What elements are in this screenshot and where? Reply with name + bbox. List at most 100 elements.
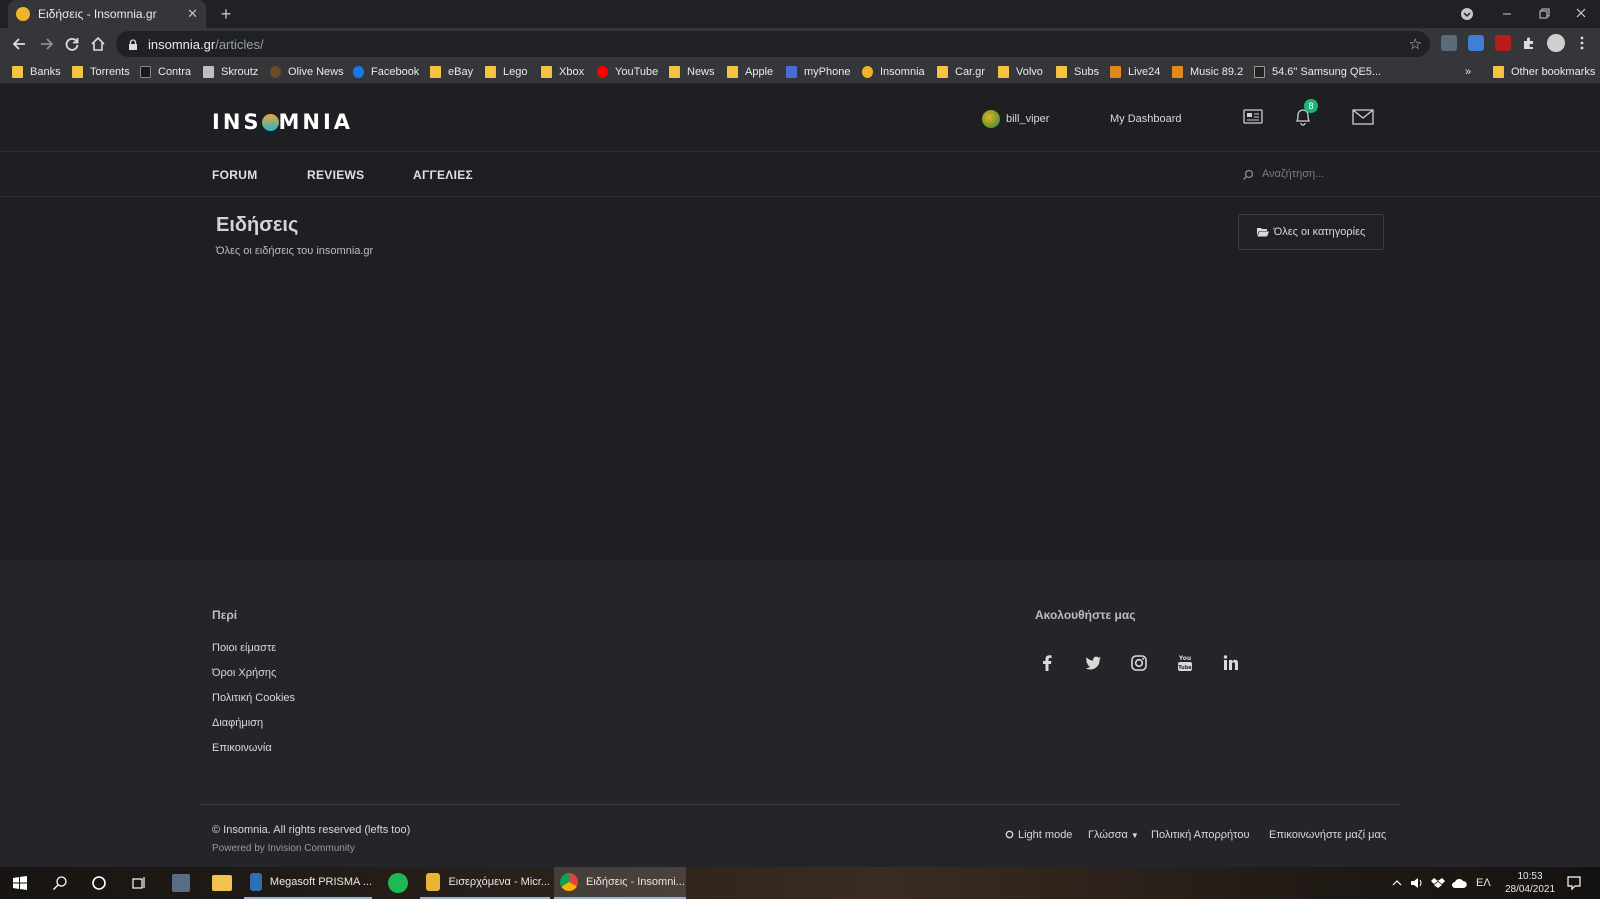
bookmark-item[interactable]: YouTube	[597, 64, 658, 80]
forward-arrow-icon[interactable]	[36, 34, 56, 54]
bookmark-item[interactable]: News	[669, 64, 715, 80]
envelope-icon[interactable]	[1352, 109, 1374, 125]
kebab-menu-icon[interactable]	[1574, 35, 1590, 51]
spotify-icon[interactable]	[388, 873, 408, 893]
bookmark-item[interactable]: Car.gr	[937, 64, 985, 80]
page-title: Ειδήσεις	[216, 214, 299, 236]
action-center-icon[interactable]	[1566, 875, 1582, 891]
search-icon[interactable]	[1242, 169, 1254, 181]
bookmark-item[interactable]: Live24	[1110, 64, 1160, 80]
extensions-puzzle-icon[interactable]	[1521, 35, 1537, 51]
rss-icon	[1172, 66, 1183, 78]
new-tab-button[interactable]: +	[216, 4, 236, 25]
language-dropdown[interactable]: Γλώσσα ▼	[1088, 829, 1139, 841]
bookmark-item[interactable]: Volvo	[998, 64, 1043, 80]
nav-aggelies[interactable]: ΑΓΓΕΛΙΕΣ	[413, 168, 473, 182]
avatar	[982, 110, 1000, 128]
bookmark-item[interactable]: Olive News	[270, 64, 344, 80]
facebook-icon[interactable]	[1037, 653, 1057, 673]
taskbar-app-megasoft[interactable]: Megasoft PRISMA ...	[244, 867, 372, 899]
privacy-policy-link[interactable]: Πολιτική Απορρήτου	[1151, 829, 1250, 841]
mail-icon	[426, 873, 441, 891]
windows-start-icon[interactable]	[12, 875, 28, 891]
nav-forum[interactable]: FORUM	[212, 168, 258, 182]
all-categories-button[interactable]: Όλες οι κατηγορίες	[1238, 214, 1384, 250]
contact-us-link[interactable]: Επικοινωνήστε μαζί μας	[1269, 829, 1386, 841]
file-explorer-icon[interactable]	[212, 875, 232, 891]
insomnia-logo[interactable]: INS MNIA	[212, 110, 353, 134]
translate-extension-icon[interactable]	[1468, 35, 1484, 51]
bookmark-star-icon[interactable]: ☆	[1409, 35, 1422, 53]
bookmark-item[interactable]: Xbox	[541, 64, 584, 80]
bookmark-item[interactable]: 54.6" Samsung QE5...	[1254, 64, 1381, 80]
ublock-extension-icon[interactable]	[1495, 35, 1511, 51]
browser-tab-active[interactable]: Ειδήσεις - Insomnia.gr ✕	[8, 0, 206, 28]
bookmark-item[interactable]: Facebook	[353, 64, 419, 80]
youtube-icon[interactable]: You Tube	[1175, 653, 1195, 673]
profile-avatar-icon[interactable]	[1547, 34, 1565, 52]
folder-icon	[1056, 66, 1067, 78]
footer-link-terms[interactable]: Όροι Χρήσης	[212, 667, 276, 679]
address-bar[interactable]: insomnia.gr/articles/ ☆	[116, 31, 1430, 57]
bookmark-item[interactable]: Music 89.2	[1172, 64, 1243, 80]
bookmark-item[interactable]: Skroutz	[203, 64, 258, 80]
calculator-icon[interactable]	[172, 874, 190, 892]
footer-link-advertising[interactable]: Διαφήμιση	[212, 717, 263, 729]
powered-by-link[interactable]: Powered by Invision Community	[212, 843, 355, 854]
bookmark-item[interactable]: Apple	[727, 64, 773, 80]
bookmarks-bar: Banks Torrents Contra Skroutz Olive News…	[0, 60, 1600, 84]
folder-icon	[12, 66, 23, 78]
bookmark-item[interactable]: Insomnia	[862, 64, 925, 80]
mail-extension-icon[interactable]	[1441, 35, 1457, 51]
folder-icon	[727, 66, 738, 78]
footer-link-contact[interactable]: Επικοινωνία	[212, 742, 272, 754]
user-menu[interactable]: bill_viper	[982, 110, 1049, 128]
clock-date: 28/04/2021	[1504, 884, 1556, 895]
bookmark-item[interactable]: Torrents	[72, 64, 130, 80]
footer-link-cookies[interactable]: Πολιτική Cookies	[212, 692, 295, 704]
taskbar-app-chrome[interactable]: Ειδήσεις - Insomni...	[554, 867, 686, 899]
other-bookmarks[interactable]: Other bookmarks	[1493, 64, 1595, 80]
dropbox-icon[interactable]	[1431, 876, 1447, 892]
input-language-indicator[interactable]: ΕΛ	[1476, 877, 1491, 889]
skroutz-icon	[203, 66, 214, 78]
my-dashboard-link[interactable]: My Dashboard	[1110, 113, 1182, 125]
restore-window-icon[interactable]	[1537, 6, 1557, 20]
taskbar-app-outlook[interactable]: Εισερχόμενα - Micr...	[420, 867, 550, 899]
close-window-icon[interactable]	[1574, 6, 1594, 20]
tab-close-icon[interactable]: ✕	[187, 6, 198, 22]
reload-icon[interactable]	[62, 34, 82, 54]
onedrive-cloud-icon[interactable]	[1451, 877, 1467, 893]
taskbar-clock[interactable]: 10:53 28/04/2021	[1500, 870, 1560, 896]
chrome-icon	[560, 873, 578, 891]
bookmark-item[interactable]: Subs	[1056, 64, 1099, 80]
chevron-up-icon[interactable]	[1391, 877, 1407, 893]
volume-icon[interactable]	[1410, 876, 1426, 892]
bookmark-item[interactable]: myPhone	[786, 64, 850, 80]
search-input[interactable]	[1262, 162, 1512, 186]
folder-open-icon	[1256, 228, 1269, 237]
bookmark-item[interactable]: Lego	[485, 64, 527, 80]
minimize-window-icon[interactable]	[1500, 7, 1520, 21]
nav-reviews[interactable]: REVIEWS	[307, 168, 364, 182]
instagram-icon[interactable]	[1129, 653, 1149, 673]
home-icon[interactable]	[88, 34, 108, 54]
linkedin-icon[interactable]	[1221, 653, 1241, 673]
newspaper-icon[interactable]	[1243, 108, 1263, 126]
light-mode-toggle[interactable]: Light mode	[1004, 829, 1072, 841]
bookmark-item[interactable]: Contra	[140, 64, 191, 80]
bookmarks-overflow-button[interactable]: »	[1465, 64, 1471, 80]
bookmark-item[interactable]: eBay	[430, 64, 473, 80]
bookmark-item[interactable]: Banks	[12, 64, 61, 80]
twitter-icon[interactable]	[1083, 653, 1103, 673]
youtube-icon	[597, 66, 608, 78]
cortana-icon[interactable]	[91, 875, 107, 891]
profile-menu-icon[interactable]	[1460, 7, 1480, 21]
footer-link-about-us[interactable]: Ποιοι είμαστε	[212, 642, 276, 654]
svg-text:You: You	[1178, 655, 1191, 662]
search-icon[interactable]	[52, 875, 68, 891]
back-arrow-icon[interactable]	[10, 34, 30, 54]
browser-tab-strip: Ειδήσεις - Insomnia.gr ✕ +	[0, 0, 1600, 28]
follow-us-heading: Ακολουθήστε μας	[1035, 608, 1136, 622]
task-view-icon[interactable]	[131, 875, 147, 891]
